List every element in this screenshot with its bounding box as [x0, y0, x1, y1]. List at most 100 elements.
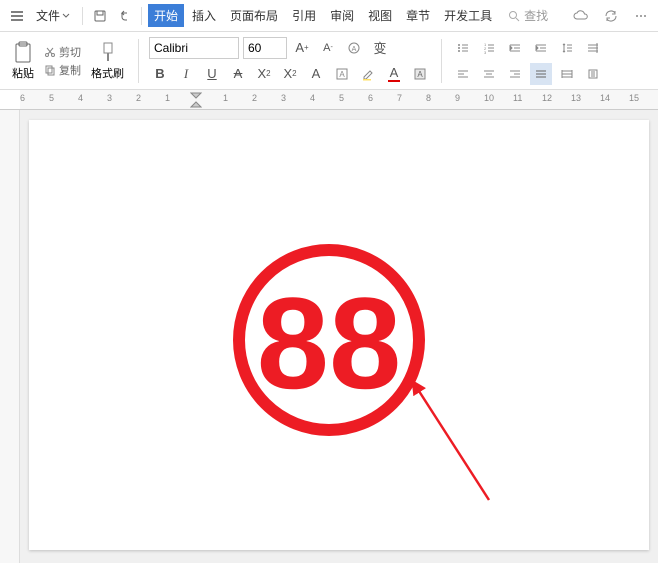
horizontal-ruler[interactable]: 654321123456789101112131415: [20, 90, 658, 109]
align-right-icon[interactable]: [504, 63, 526, 85]
copy-button[interactable]: 复制: [44, 62, 81, 78]
distribute-icon[interactable]: [556, 63, 578, 85]
menu-icon[interactable]: [6, 5, 28, 27]
tab-page-layout[interactable]: 页面布局: [224, 4, 284, 27]
cloud-icon[interactable]: [570, 5, 592, 27]
subscript-button[interactable]: X2: [279, 63, 301, 85]
tab-marker-icon[interactable]: [582, 37, 604, 59]
clipboard-mini-group: 剪切 复制: [44, 44, 81, 78]
paste-label: 粘贴: [12, 65, 34, 81]
ruler-tick: 3: [281, 93, 286, 103]
ruler-tick: 1: [223, 93, 228, 103]
paste-button[interactable]: 粘贴: [8, 39, 38, 83]
ruler-tick: 15: [629, 93, 639, 103]
search-icon: [508, 10, 520, 22]
tab-home[interactable]: 开始: [148, 4, 184, 27]
char-shading-button[interactable]: A: [409, 63, 431, 85]
separator: [138, 39, 139, 83]
ruler-tick: 14: [600, 93, 610, 103]
tab-section[interactable]: 章节: [400, 4, 436, 27]
strike-button[interactable]: A: [227, 63, 249, 85]
highlight-button[interactable]: [357, 63, 379, 85]
ruler-tick: 2: [252, 93, 257, 103]
tab-references[interactable]: 引用: [286, 4, 322, 27]
clipboard-icon: [13, 41, 33, 65]
document-page[interactable]: 88: [29, 120, 649, 550]
svg-text:A: A: [417, 70, 423, 79]
ruler-tick: 7: [397, 93, 402, 103]
ruler-tick: 4: [310, 93, 315, 103]
align-left-icon[interactable]: [452, 63, 474, 85]
brush-icon: [99, 41, 117, 65]
stamp-text: 88: [257, 270, 402, 416]
tab-insert[interactable]: 插入: [186, 4, 222, 27]
superscript-button[interactable]: X2: [253, 63, 275, 85]
ribbon-toolbar: 粘贴 剪切 复制 格式刷 A+ A- A 变 B I U A X2: [0, 32, 658, 90]
bold-button[interactable]: B: [149, 63, 171, 85]
stamp-shape[interactable]: 88: [229, 240, 429, 440]
ruler-tick: 3: [107, 93, 112, 103]
cut-button[interactable]: 剪切: [44, 44, 81, 60]
phonetic-icon[interactable]: 变: [369, 37, 391, 59]
undo-icon[interactable]: [113, 5, 135, 27]
font-name-select[interactable]: [149, 37, 239, 59]
ruler-tick: 10: [484, 93, 494, 103]
ruler-tick: 11: [513, 93, 522, 103]
align-justify-icon[interactable]: [530, 63, 552, 85]
more-icon[interactable]: [630, 5, 652, 27]
ruler-corner: [0, 90, 20, 109]
bullet-list-icon[interactable]: [452, 37, 474, 59]
increase-indent-icon[interactable]: [530, 37, 552, 59]
editor-area: 88: [0, 110, 658, 563]
indent-marker-icon[interactable]: [190, 92, 202, 108]
file-menu-label: 文件: [36, 7, 60, 24]
italic-button[interactable]: I: [175, 63, 197, 85]
vertical-ruler[interactable]: [0, 110, 20, 563]
separator: [441, 39, 442, 83]
text-direction-icon[interactable]: [582, 63, 604, 85]
file-menu[interactable]: 文件: [30, 4, 76, 27]
copy-icon: [44, 64, 56, 76]
align-center-icon[interactable]: [478, 63, 500, 85]
underline-button[interactable]: U: [201, 63, 223, 85]
svg-text:A: A: [352, 46, 357, 53]
clear-format-button[interactable]: A: [305, 63, 327, 85]
char-border-button[interactable]: A: [331, 63, 353, 85]
font-color-button[interactable]: A: [383, 63, 405, 85]
font-size-select[interactable]: [243, 37, 287, 59]
ruler-tick: 6: [368, 93, 373, 103]
number-list-icon[interactable]: 123: [478, 37, 500, 59]
svg-text:3: 3: [484, 50, 487, 55]
shrink-font-icon[interactable]: A-: [317, 37, 339, 59]
line-spacing-icon[interactable]: [556, 37, 578, 59]
separator: [141, 7, 142, 25]
ruler-tick: 13: [571, 93, 581, 103]
grow-font-icon[interactable]: A+: [291, 37, 313, 59]
decrease-indent-icon[interactable]: [504, 37, 526, 59]
scissors-icon: [44, 46, 56, 58]
sync-icon[interactable]: [600, 5, 622, 27]
ruler-tick: 4: [78, 93, 83, 103]
copy-label: 复制: [59, 62, 81, 78]
ruler-tick: 6: [20, 93, 25, 103]
titlebar-right: [570, 5, 652, 27]
ruler-tick: 8: [426, 93, 431, 103]
change-case-icon[interactable]: A: [343, 37, 365, 59]
search-placeholder: 查找: [524, 7, 548, 24]
tab-developer[interactable]: 开发工具: [438, 4, 498, 27]
ruler-tick: 5: [49, 93, 54, 103]
annotation-arrow-icon: [409, 380, 509, 510]
tab-view[interactable]: 视图: [362, 4, 398, 27]
tab-review[interactable]: 审阅: [324, 4, 360, 27]
ruler-tick: 9: [455, 93, 460, 103]
svg-text:A: A: [339, 70, 345, 79]
ruler-tick: 5: [339, 93, 344, 103]
font-group: A+ A- A 变 B I U A X2 X2 A A A A: [149, 37, 431, 85]
menubar: 文件 开始 插入 页面布局 引用 审阅 视图 章节 开发工具 查找: [0, 0, 658, 32]
search-box[interactable]: 查找: [508, 7, 548, 24]
save-icon[interactable]: [89, 5, 111, 27]
format-painter-button[interactable]: 格式刷: [87, 39, 128, 83]
format-painter-label: 格式刷: [91, 65, 124, 81]
cut-label: 剪切: [59, 44, 81, 60]
ruler-row: 654321123456789101112131415: [0, 90, 658, 110]
